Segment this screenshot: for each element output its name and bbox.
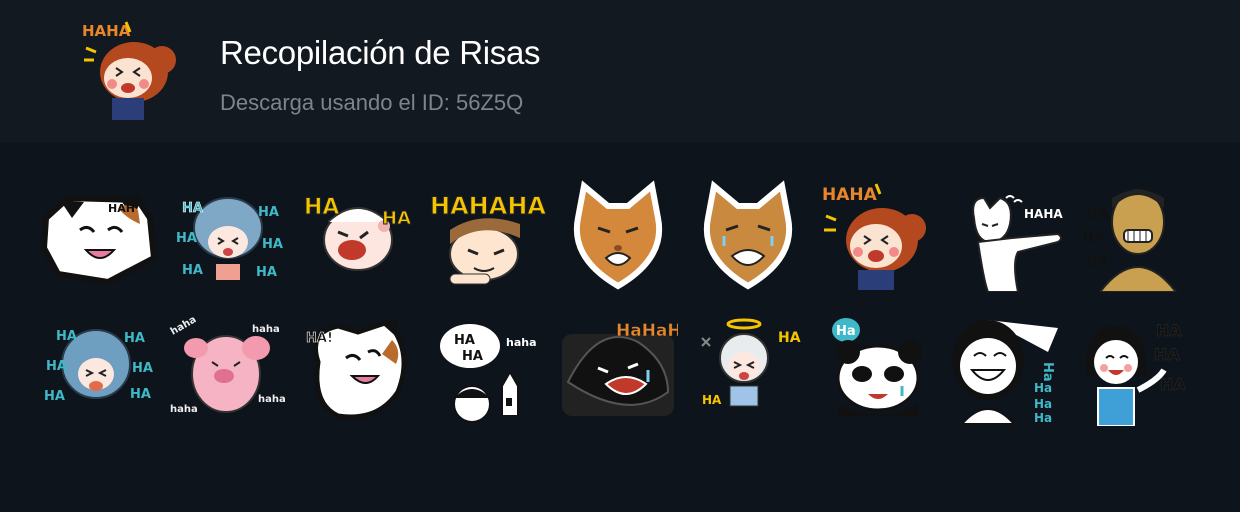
laughing-castle-speech-sticker[interactable]: HA HA haha — [428, 312, 548, 426]
laughing-angel-boy-sticker[interactable]: HA HA — [688, 312, 808, 426]
sticker-text: Ha — [1034, 381, 1052, 395]
laughing-black-cat-sticker[interactable]: HaHaHa — [558, 312, 678, 426]
sticker-text: Ha — [1034, 411, 1052, 425]
sticker-text: HaHaHa — [616, 321, 678, 341]
sticker-text: Ha — [836, 324, 856, 339]
page-title: Recopilación de Risas — [220, 34, 541, 71]
laughing-orange-cat-sticker[interactable] — [558, 178, 678, 292]
laughing-calico-cat-sticker[interactable]: HAH — [38, 178, 158, 292]
sticker-text: HA — [1156, 321, 1182, 340]
sticker-text: HA — [454, 333, 475, 348]
sticker-text: Ha — [1040, 362, 1055, 382]
laughing-blue-hair-girl-2-sticker[interactable]: HA HA HA HA HA HA — [38, 312, 158, 426]
sticker-text: HAHA — [1024, 207, 1063, 221]
sticker-text: haha — [170, 404, 198, 415]
sticker-text: HA — [44, 389, 65, 404]
sticker-text: HA — [1086, 254, 1109, 270]
sticker-text: HA — [778, 330, 801, 346]
laughing-panda-sticker[interactable]: Ha — [818, 312, 938, 426]
sticker-text: HA — [46, 359, 67, 374]
sticker-text: HA — [1082, 230, 1105, 246]
sticker-text: HA — [258, 205, 279, 220]
pointing-white-cat-sticker[interactable]: HAHA — [948, 178, 1068, 292]
sticker-text: haha — [169, 314, 199, 337]
laughing-girl-haha-sticker[interactable]: HAHA — [818, 178, 938, 292]
sticker-text: HA — [130, 387, 151, 402]
laughing-boy-hahaha-sticker[interactable]: HAHAHA — [428, 178, 548, 292]
laughing-pink-pig-sticker[interactable]: haha haha haha haha — [168, 312, 288, 426]
sticker-text: haha — [252, 324, 280, 335]
pack-icon-text: HAHA — [82, 22, 131, 40]
laughing-girl-apron-sticker[interactable]: HA HA HA — [1078, 312, 1198, 426]
sticker-text: HA — [1086, 206, 1109, 222]
sticker-text: HAH — [108, 202, 135, 215]
sticker-text: HA — [262, 237, 283, 252]
sticker-text: HAHA — [822, 185, 878, 205]
laughing-calico-cat-rolling-sticker[interactable]: HA! — [298, 312, 418, 426]
sticker-text: HA — [56, 329, 77, 344]
sticker-text: HA — [182, 201, 203, 216]
sticker-text: HA — [1154, 345, 1180, 364]
sticker-text: Ha — [1034, 397, 1052, 411]
laughing-pink-cheek-girl-sticker[interactable]: HA HA — [298, 178, 418, 292]
sticker-text: HA! — [306, 331, 333, 346]
sticker-text: HA — [132, 361, 153, 376]
laughing-blue-hair-girl-sticker[interactable]: HA HA HA HA HA HA — [168, 178, 288, 292]
sticker-text: HA — [182, 263, 203, 278]
laughing-black-hair-girl-sticker[interactable]: Ha Ha Ha Ha — [948, 312, 1068, 426]
sticker-text: HA — [256, 265, 277, 280]
sticker-text: HA — [382, 208, 411, 229]
sticker-text: HA — [702, 393, 722, 407]
sticker-text: HA — [176, 231, 197, 246]
laughing-orange-cat-tears-sticker[interactable] — [688, 178, 808, 292]
sticker-text: haha — [258, 394, 286, 405]
pack-icon[interactable]: HAHA — [78, 18, 182, 124]
pack-id-subtitle: Descarga usando el ID: 56Z5Q — [220, 90, 524, 115]
sticker-text: HA — [1160, 375, 1186, 394]
laughing-man-sticker[interactable]: HA HA HA — [1078, 178, 1198, 292]
sticker-text: HA — [124, 331, 145, 346]
sticker-text: HA — [304, 195, 339, 220]
sticker-text: HAHAHA — [430, 192, 546, 220]
sticker-text: haha — [506, 336, 537, 349]
pack-header — [0, 0, 1240, 142]
sticker-text: HA — [462, 349, 483, 364]
